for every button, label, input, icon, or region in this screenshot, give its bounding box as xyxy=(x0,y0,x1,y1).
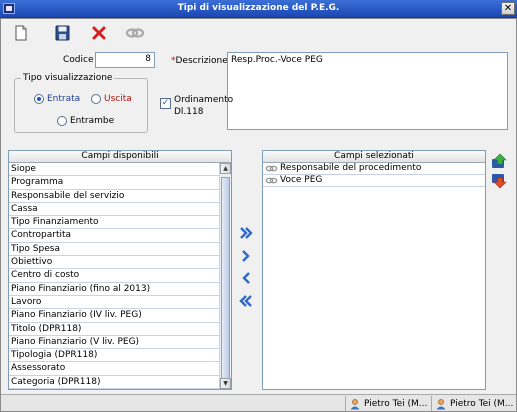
codice-label: Codice xyxy=(63,55,94,65)
available-field-item[interactable]: Tipo Finanziamento xyxy=(9,216,219,230)
link-icon xyxy=(265,163,278,174)
link-icon xyxy=(125,28,145,38)
link-button[interactable] xyxy=(125,23,145,43)
available-field-item[interactable]: Categoria (DPR118) xyxy=(9,376,219,389)
radio-entrata[interactable]: Entrata xyxy=(34,94,80,104)
available-field-item[interactable]: Piano Finanziario (V liv. PEG) xyxy=(9,336,219,350)
ordinamento-label-line2: Dl.118 xyxy=(174,107,204,117)
vertical-scrollbar[interactable]: ▲ ▼ xyxy=(219,163,231,389)
chevron-left-icon xyxy=(242,272,250,284)
user-status-1-label: Pietro Tei (M... xyxy=(364,398,428,409)
selected-field-item[interactable]: Voce PEG xyxy=(263,175,485,187)
available-field-item[interactable]: Piano Finanziario (fino al 2013) xyxy=(9,283,219,296)
available-field-item[interactable]: Siope xyxy=(9,163,219,177)
save-button[interactable] xyxy=(52,23,72,43)
selected-fields-header: Campi selezionati xyxy=(263,151,485,163)
user-status-1[interactable]: Pietro Tei (M... xyxy=(345,396,431,411)
radio-uscita-label: Uscita xyxy=(104,94,132,104)
user-status-2[interactable]: Pietro Tei (M... xyxy=(431,396,516,411)
codice-input[interactable]: 8 xyxy=(95,52,155,68)
selected-fields-list[interactable]: Campi selezionati Responsabile del proce… xyxy=(262,150,486,390)
available-field-item[interactable]: Lavoro xyxy=(9,296,219,310)
checkmark-icon: ✓ xyxy=(161,98,170,108)
available-field-item[interactable]: Cassa xyxy=(9,203,219,217)
scroll-up-button[interactable]: ▲ xyxy=(220,163,231,174)
available-field-item[interactable]: Obiettivo xyxy=(9,256,219,270)
available-field-item[interactable]: Centro di costo xyxy=(9,269,219,283)
status-bar: Pietro Tei (M... Pietro Tei (M... xyxy=(1,394,516,411)
user-icon xyxy=(436,398,446,409)
user-status-2-label: Pietro Tei (M... xyxy=(450,398,514,409)
link-icon xyxy=(265,175,278,186)
chevron-right-icon xyxy=(242,250,250,262)
add-all-button[interactable] xyxy=(238,225,254,241)
selected-fields-rows: Responsabile del procedimento Voce PEG xyxy=(263,163,485,389)
save-icon xyxy=(55,25,70,41)
descrizione-label: *Descrizione xyxy=(171,56,228,66)
descrizione-label-text: Descrizione xyxy=(175,56,228,66)
radio-uscita[interactable]: Uscita xyxy=(91,94,132,104)
remove-button[interactable] xyxy=(238,270,254,286)
delete-icon xyxy=(92,26,106,40)
radio-uscita-dot xyxy=(91,94,101,104)
scroll-down-button[interactable]: ▼ xyxy=(220,378,231,389)
available-field-item[interactable]: Titolo (DPR118) xyxy=(9,323,219,336)
selected-field-label: Responsabile del procedimento xyxy=(280,163,422,173)
available-field-item[interactable]: Responsabile del servizio xyxy=(9,190,219,203)
radio-entrata-dot xyxy=(34,94,44,104)
radio-entrambe-label: Entrambe xyxy=(70,116,115,126)
available-field-item[interactable]: Piano Finanziario (IV liv. PEG) xyxy=(9,309,219,323)
ordinamento-checkbox[interactable]: ✓ xyxy=(160,98,171,109)
scroll-thumb[interactable] xyxy=(221,177,230,385)
selected-field-item[interactable]: Responsabile del procedimento xyxy=(263,163,485,175)
delete-button[interactable] xyxy=(89,23,109,43)
available-field-item[interactable]: Tipo Spesa xyxy=(9,243,219,257)
move-up-button[interactable] xyxy=(490,153,508,170)
move-down-icon xyxy=(492,174,507,189)
available-field-item[interactable]: Contropartita xyxy=(9,229,219,243)
available-fields-list[interactable]: Campi disponibili Siope Programma Responsa… xyxy=(8,150,232,390)
descrizione-textarea[interactable]: Resp.Proc.-Voce PEG xyxy=(227,52,508,130)
move-up-icon xyxy=(492,153,507,168)
close-icon: ✕ xyxy=(503,3,513,14)
add-button[interactable] xyxy=(238,248,254,264)
new-document-icon xyxy=(15,25,27,41)
window-title: Tipi di visualizzazione del P.E.G. xyxy=(177,3,340,13)
user-icon xyxy=(350,398,360,409)
radio-entrambe-dot xyxy=(57,116,67,126)
available-field-item[interactable]: Programma xyxy=(9,176,219,190)
title-bar: Tipi di visualizzazione del P.E.G. ✕ xyxy=(0,0,517,18)
remove-all-button[interactable] xyxy=(238,293,254,309)
double-chevron-left-icon xyxy=(239,295,252,307)
main-window: Codice 8 *Descrizione Resp.Proc.-Voce PE… xyxy=(0,18,517,412)
ordinamento-label-line1: Ordinamento xyxy=(174,95,234,105)
available-field-item[interactable]: Tipologia (DPR118) xyxy=(9,349,219,363)
move-down-button[interactable] xyxy=(490,172,508,189)
double-chevron-right-icon xyxy=(240,227,253,239)
new-button[interactable] xyxy=(11,23,31,43)
tipo-visualizzazione-legend: Tipo visualizzazione xyxy=(23,73,113,83)
radio-entrambe[interactable]: Entrambe xyxy=(57,116,114,126)
selected-field-label: Voce PEG xyxy=(280,175,323,185)
available-fields-header: Campi disponibili xyxy=(9,151,231,163)
close-button[interactable]: ✕ xyxy=(501,2,515,15)
available-fields-rows: Siope Programma Responsabile del servizio C… xyxy=(9,163,219,389)
radio-entrata-label: Entrata xyxy=(47,94,81,104)
available-field-item[interactable]: Assessorato xyxy=(9,362,219,376)
